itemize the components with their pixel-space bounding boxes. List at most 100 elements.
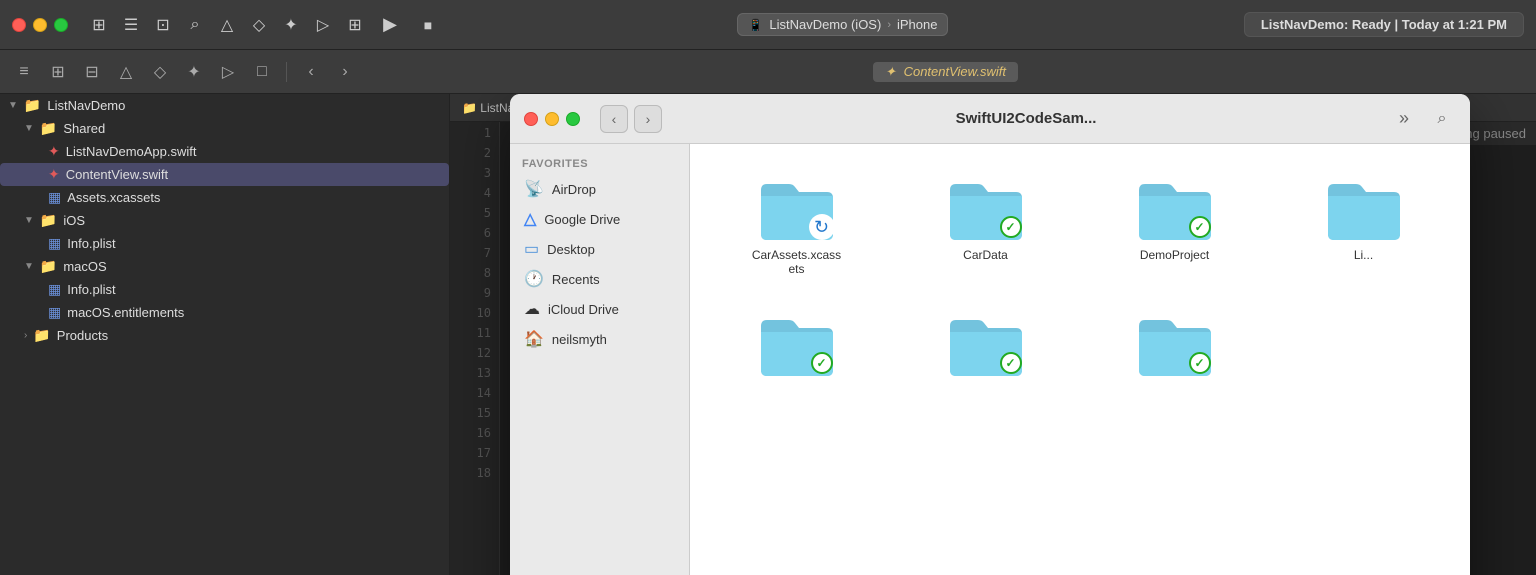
- chevron-down-icon: ▼: [24, 215, 34, 226]
- paused-text: ing paused: [1462, 126, 1526, 141]
- traffic-lights: [12, 18, 68, 32]
- zoom-button[interactable]: [54, 18, 68, 32]
- stop-button[interactable]: ■: [414, 11, 442, 39]
- tree-item-shared[interactable]: ▼ 📁 Shared: [0, 117, 449, 140]
- folder-icon: 📁: [40, 120, 57, 137]
- finder-item-cardata[interactable]: ✓ CarData: [899, 164, 1072, 284]
- hierarchy2-icon[interactable]: ⊟: [78, 58, 106, 86]
- tree-item-contentview[interactable]: ✦ ContentView.swift: [0, 163, 449, 186]
- forward-icon[interactable]: ›: [331, 58, 359, 86]
- finder-item-demoproject[interactable]: ✓ DemoProject: [1088, 164, 1261, 284]
- finder-search-button[interactable]: ⌕: [1428, 105, 1456, 133]
- breakpoint-icon[interactable]: ✦: [280, 14, 302, 36]
- navigator-icon[interactable]: ☰: [120, 14, 142, 36]
- title-center: 📱 ListNavDemo (iOS) › iPhone: [452, 13, 1234, 36]
- folder-icon: 📁: [40, 212, 57, 229]
- folder-icon: 📁: [33, 327, 50, 344]
- bookmark-icon[interactable]: ✦: [180, 58, 208, 86]
- finder-expand-button[interactable]: »: [1390, 105, 1418, 133]
- line-2: 2: [450, 146, 499, 166]
- sidebar-item-icloud[interactable]: ☁ iCloud Drive: [510, 294, 689, 324]
- status-text: ListNavDemo: Ready | Today at 1:21 PM: [1261, 17, 1507, 32]
- project-icon: 📁: [24, 97, 41, 114]
- item-label-carassets: CarAssets.xcassets: [752, 248, 842, 276]
- folder-wrap: ✓: [946, 172, 1026, 242]
- debug-icon[interactable]: ▷: [312, 14, 334, 36]
- swift-icon: ✦: [48, 143, 60, 160]
- tag-icon[interactable]: ▷: [214, 58, 242, 86]
- finder-close[interactable]: [524, 112, 538, 126]
- googledrive-icon: △: [524, 209, 536, 229]
- finder-item-carassets[interactable]: ↻ CarAssets.xcassets: [710, 164, 883, 284]
- warning-icon[interactable]: △: [216, 14, 238, 36]
- scheme-selector[interactable]: 📱 ListNavDemo (iOS) › iPhone: [737, 13, 948, 36]
- tree-item-products[interactable]: › 📁 Products: [0, 324, 449, 347]
- line-5: 5: [450, 206, 499, 226]
- run-button[interactable]: ▶: [376, 11, 404, 39]
- finder-item-li[interactable]: Li...: [1277, 164, 1450, 284]
- finder-title-bar: ‹ › SwiftUI2CodeSam... » ⌕: [510, 94, 1470, 144]
- folder-icon: 📁: [40, 258, 57, 275]
- folder-wrap: ✓: [1135, 172, 1215, 242]
- finder-back-button[interactable]: ‹: [600, 105, 628, 133]
- tree-item-assets[interactable]: ▦ Assets.xcassets: [0, 186, 449, 209]
- finder-traffic-lights: [524, 112, 580, 126]
- minimize-button[interactable]: [33, 18, 47, 32]
- close-button[interactable]: [12, 18, 26, 32]
- finder-forward-button[interactable]: ›: [634, 105, 662, 133]
- grid-icon[interactable]: ⊞: [344, 14, 366, 36]
- finder-minimize[interactable]: [545, 112, 559, 126]
- sidebar-item-home[interactable]: 🏠 neilsmyth: [510, 324, 689, 354]
- tree-item-listnavdemoapp[interactable]: ✦ ListNavDemoApp.swift: [0, 140, 449, 163]
- tree-item-macos[interactable]: ▼ 📁 macOS: [0, 255, 449, 278]
- warning2-icon[interactable]: △: [112, 58, 140, 86]
- search-icon[interactable]: ⌕: [184, 14, 206, 36]
- tree-root[interactable]: ▼ 📁 ListNavDemo: [0, 94, 449, 117]
- tree-item-entitlements[interactable]: ▦ macOS.entitlements: [0, 301, 449, 324]
- hierarchy-icon[interactable]: ⊡: [152, 14, 174, 36]
- sidebar-item-recents[interactable]: 🕐 Recents: [510, 264, 689, 294]
- source-control-icon[interactable]: ◇: [248, 14, 270, 36]
- sidebar-toggle-icon[interactable]: ⊞: [88, 14, 110, 36]
- sidebar-item-googledrive[interactable]: △ Google Drive: [510, 204, 689, 234]
- tab-filename: ContentView.swift: [904, 64, 1006, 79]
- finder-item-r2c1[interactable]: ✓: [710, 300, 883, 392]
- tab-label[interactable]: ✦ ContentView.swift: [873, 62, 1018, 82]
- tree-item-info-ios[interactable]: ▦ Info.plist: [0, 232, 449, 255]
- recents-label: Recents: [552, 272, 600, 287]
- chevron-right-icon: ›: [24, 330, 27, 341]
- grid2-icon[interactable]: □: [248, 58, 276, 86]
- check-badge: ✓: [1189, 352, 1211, 374]
- finder-nav: ‹ ›: [600, 105, 662, 133]
- tree-item-ios[interactable]: ▼ 📁 iOS: [0, 209, 449, 232]
- plist-icon: ▦: [48, 235, 61, 252]
- chevron-down-icon: ▼: [24, 261, 34, 272]
- check-badge: ✓: [811, 352, 833, 374]
- line-17: 17: [450, 446, 499, 466]
- file-tab[interactable]: ✦ ContentView.swift: [365, 62, 1526, 82]
- title-bar: ⊞ ☰ ⊡ ⌕ △ ◇ ✦ ▷ ⊞ ▶ ■ 📱 ListNavDemo (iOS…: [0, 0, 1536, 50]
- products-label: Products: [57, 328, 108, 343]
- item-label-demoproject: DemoProject: [1140, 248, 1209, 262]
- finder-zoom[interactable]: [566, 112, 580, 126]
- project-name: ListNavDemo: [47, 98, 125, 113]
- scheme-name: ListNavDemo (iOS): [769, 17, 881, 32]
- macos-label: macOS: [63, 259, 106, 274]
- tree-item-info-macos[interactable]: ▦ Info.plist: [0, 278, 449, 301]
- code-icon[interactable]: ⊞: [44, 58, 72, 86]
- finder-sidebar: Favorites 📡 AirDrop △ Google Drive ▭ Des…: [510, 144, 690, 575]
- finder-main: ↻ CarAssets.xcassets ✓: [690, 144, 1470, 575]
- finder-item-r2c2[interactable]: ✓: [899, 300, 1072, 392]
- sidebar-item-airdrop[interactable]: 📡 AirDrop: [510, 174, 689, 204]
- desktop-icon: ▭: [524, 239, 539, 259]
- plist-icon: ▦: [48, 304, 61, 321]
- line-8: 8: [450, 266, 499, 286]
- sidebar-item-desktop[interactable]: ▭ Desktop: [510, 234, 689, 264]
- navigator-panel-icon[interactable]: ≡: [10, 58, 38, 86]
- source2-icon[interactable]: ◇: [146, 58, 174, 86]
- file-info-ios: Info.plist: [67, 236, 115, 251]
- finder-item-r2c3[interactable]: ✓: [1088, 300, 1261, 392]
- back-icon[interactable]: ‹: [297, 58, 325, 86]
- line-6: 6: [450, 226, 499, 246]
- folder-wrap: [1324, 172, 1404, 242]
